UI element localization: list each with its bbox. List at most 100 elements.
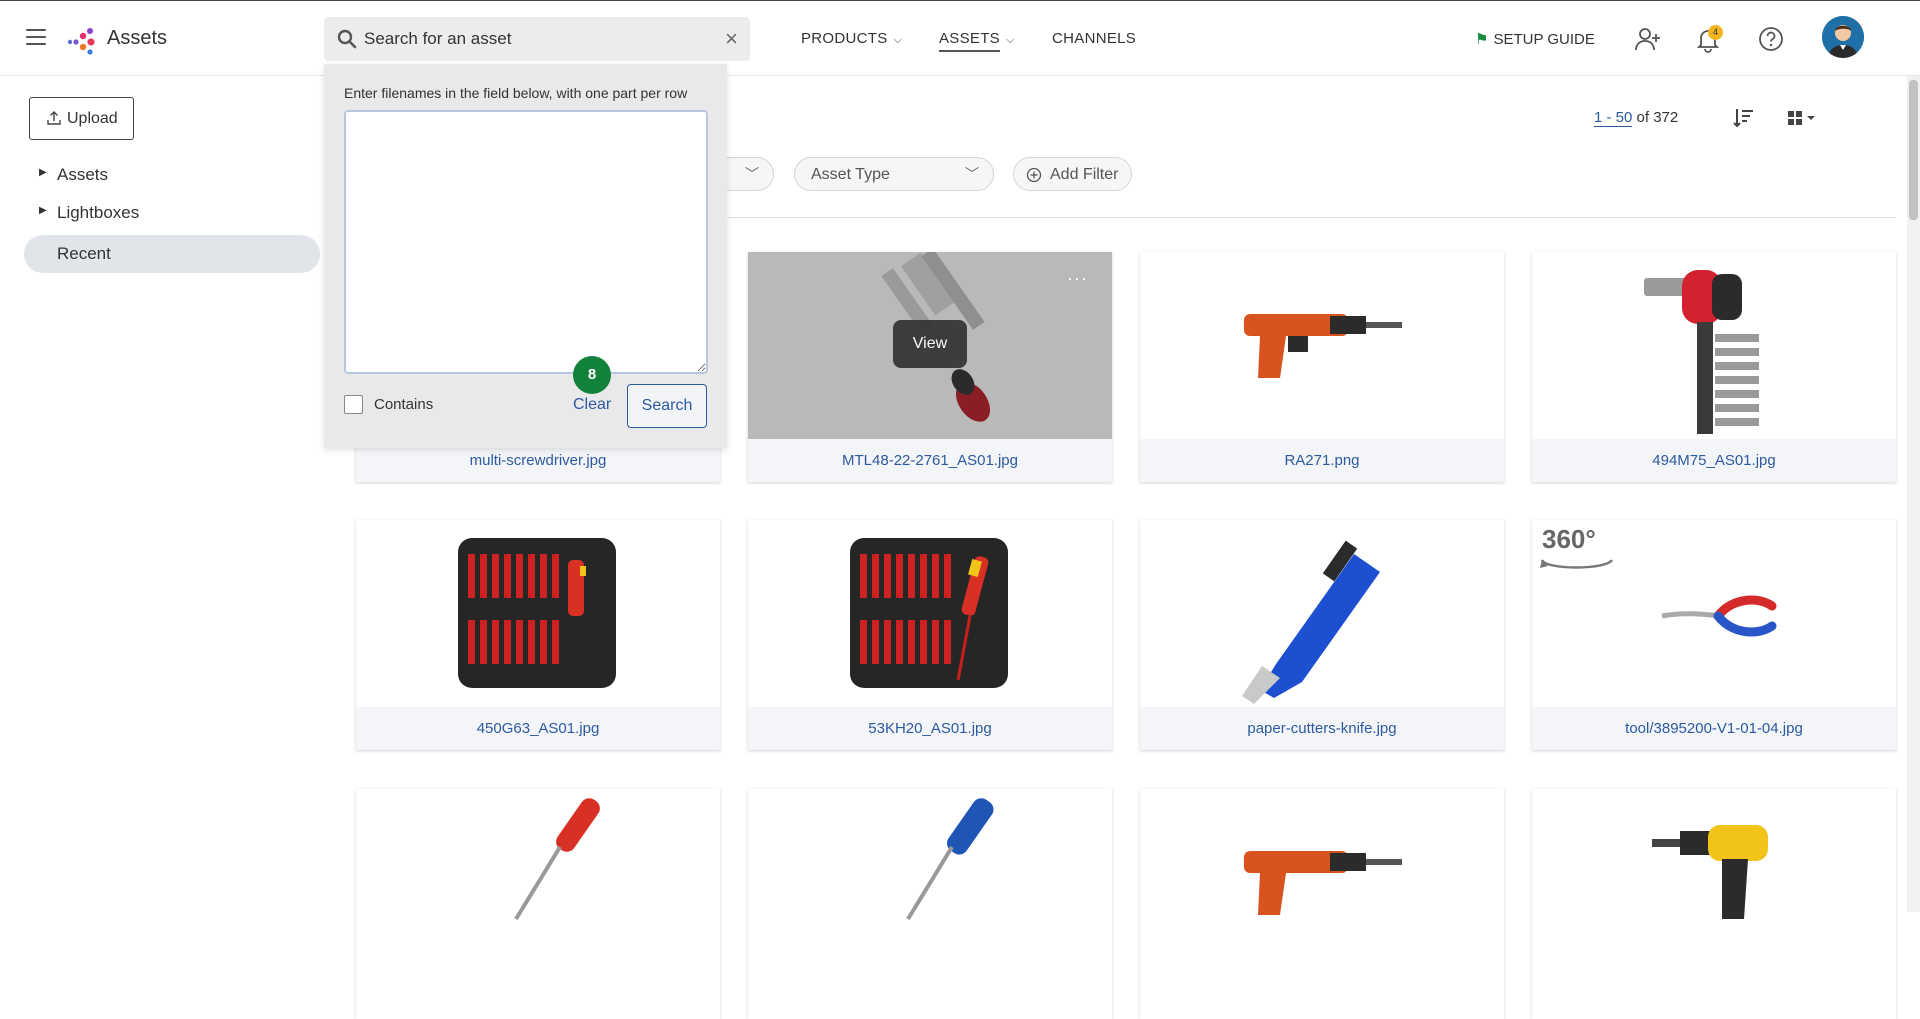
asset-card[interactable]: RA271.png [1140,252,1504,482]
asset-card[interactable]: 360° tool/3895200-V1-01-04.jpg [1532,520,1896,750]
nav-products-label: PRODUCTS [801,30,888,47]
app-title: Assets [107,27,168,49]
ratchet-screwdriver-image [1644,270,1759,434]
asset-thumbnail [356,520,720,707]
asset-card[interactable]: 53KH20_AS01.jpg [748,520,1112,750]
nav-channels-label: CHANNELS [1052,30,1137,47]
flag-icon: ⚑ [1475,31,1489,48]
asset-thumbnail [1140,252,1504,439]
nav-channels[interactable]: CHANNELS [1052,30,1136,47]
upload-icon [47,111,61,125]
page-total: of 372 [1636,109,1679,126]
pagination-info: 1 - 50 of 372 [1594,109,1679,127]
nav-assets[interactable]: ASSETS ⌵ [939,30,1015,52]
sidebar-item-recent[interactable]: Recent [24,235,320,273]
drill-image [1652,825,1768,919]
asset-thumbnail [1140,520,1504,707]
asset-card[interactable] [748,789,1112,1019]
asset-card[interactable] [1140,789,1504,1019]
360-view-icon: 360° [1542,524,1596,554]
sidebar-item-assets[interactable]: ▶ Assets [24,156,320,194]
asset-type-label: Asset Type [811,166,890,183]
clear-search-icon[interactable]: × [725,26,738,52]
chevron-down-icon: ⌵ [893,34,903,46]
asset-type-filter[interactable]: Asset Type ﹀ [794,157,994,191]
sidebar-item-label: Recent [57,244,111,263]
screwdriver-image [514,798,600,921]
asset-thumbnail [356,789,720,976]
page-range[interactable]: 1 - 50 [1594,109,1633,127]
asset-card[interactable]: 450G63_AS01.jpg [356,520,720,750]
asset-filename[interactable]: 494M75_AS01.jpg [1532,439,1896,482]
asset-thumbnail [748,520,1112,707]
nail-gun-image [1244,851,1402,915]
asset-thumbnail [1532,789,1896,976]
utility-knife-image [1242,540,1380,704]
user-avatar[interactable] [1822,16,1864,58]
asset-filename[interactable]: paper-cutters-knife.jpg [1140,707,1504,750]
popover-hint: Enter filenames in the field below, with… [344,85,688,101]
search-input[interactable]: Search for an asset [364,29,511,49]
sort-icon[interactable] [1732,106,1756,130]
setup-guide-label: SETUP GUIDE [1493,31,1595,48]
search-icon [337,29,357,49]
top-bar: Assets Search for an asset × PRODUCTS ⌵ A… [0,0,1920,76]
scrollbar[interactable] [1907,76,1920,912]
screwdriver-image [906,798,994,921]
filename-search-popover: Enter filenames in the field below, with… [324,64,727,448]
contains-checkbox[interactable] [344,395,363,414]
chevron-down-icon: ﹀ [745,166,759,182]
asset-filename[interactable]: MTL48-22-2761_AS01.jpg [748,439,1112,482]
asset-card[interactable]: paper-cutters-knife.jpg [1140,520,1504,750]
contains-label: Contains [374,396,434,413]
asset-filename[interactable]: tool/3895200-V1-01-04.jpg [1532,707,1896,750]
nav-products[interactable]: PRODUCTS ⌵ [801,30,902,47]
asset-card[interactable]: View ··· MTL48-22-2761_AS01.jpg [748,252,1112,482]
upload-button[interactable]: Upload [29,97,134,140]
setup-guide-link[interactable]: ⚑ SETUP GUIDE [1475,30,1595,48]
plus-circle-icon [1026,167,1042,183]
clear-button[interactable]: Clear [573,396,611,414]
sidebar-item-label: Assets [57,165,109,184]
caret-right-icon: ▶ [39,167,47,178]
avatar-icon [1822,16,1864,58]
search-bar[interactable]: Search for an asset × [324,17,750,61]
asset-thumbnail [1140,789,1504,976]
asset-thumbnail [748,789,1112,976]
rotate-arrow-icon [1540,559,1614,569]
more-options-icon[interactable]: ··· [1067,268,1088,289]
nav-assets-label: ASSETS [939,30,1000,52]
help-icon[interactable] [1757,25,1785,53]
asset-card[interactable]: 494M75_AS01.jpg [1532,252,1896,482]
upload-label: Upload [67,110,118,127]
menu-icon[interactable] [26,29,46,47]
asset-thumbnail [1532,252,1896,439]
nail-gun-image [1244,314,1402,378]
asset-filename[interactable]: 53KH20_AS01.jpg [748,707,1112,750]
chevron-down-icon: ﹀ [965,166,979,182]
screwdriver-kit-image [458,538,616,688]
add-filter-button[interactable]: Add Filter [1013,157,1132,191]
step-badge: 8 [573,356,611,394]
asset-filename[interactable]: RA271.png [1140,439,1504,482]
app-logo [67,28,95,55]
add-filter-label: Add Filter [1050,166,1119,183]
screwdriver-kit-image [850,538,1008,688]
notification-badge: 4 [1708,25,1723,40]
add-user-icon[interactable] [1634,25,1662,53]
asset-filename[interactable]: 450G63_AS01.jpg [356,707,720,750]
sidebar-item-label: Lightboxes [57,203,140,222]
asset-thumbnail: View ··· [748,252,1112,439]
sidebar-item-lightboxes[interactable]: ▶ Lightboxes [24,194,320,232]
view-button[interactable]: View [893,320,967,368]
filename-textarea[interactable] [344,110,708,374]
caret-right-icon: ▶ [39,205,47,216]
asset-card[interactable] [356,789,720,1019]
sidebar: Upload ▶ Assets ▶ Lightboxes Recent [0,77,330,912]
grid-view-icon[interactable] [1786,108,1824,128]
chevron-down-icon: ⌵ [1006,34,1015,46]
scrollbar-thumb[interactable] [1909,80,1918,220]
search-button[interactable]: Search [627,384,707,428]
asset-card[interactable] [1532,789,1896,1019]
asset-thumbnail: 360° [1532,520,1896,707]
